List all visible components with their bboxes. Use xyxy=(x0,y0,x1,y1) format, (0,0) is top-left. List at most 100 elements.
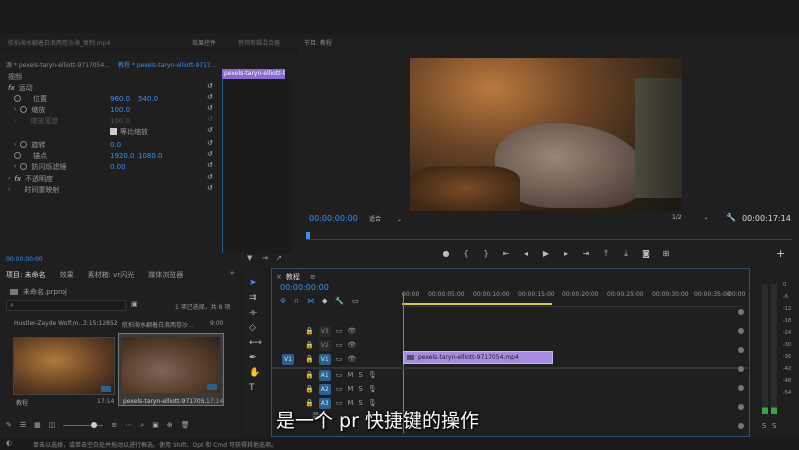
nest-icon[interactable]: ⟱ xyxy=(280,297,286,305)
marker-icon[interactable]: ● xyxy=(440,248,452,260)
work-area-bar[interactable] xyxy=(402,303,552,305)
go-to-out-icon[interactable]: ⇥ xyxy=(580,248,592,260)
reset-icon[interactable]: ↺ xyxy=(207,139,213,147)
sync-lock-icon[interactable]: ▭ xyxy=(336,371,343,379)
add-marker-icon[interactable]: ◆ xyxy=(322,297,327,305)
lock-icon[interactable]: 🔒 xyxy=(305,371,314,379)
mark-in-icon[interactable]: { xyxy=(460,248,472,260)
reset-icon[interactable]: ↺ xyxy=(207,104,213,112)
expand-panels-icon[interactable]: » xyxy=(230,269,234,277)
time-ruler[interactable]: 00:00 00:00:05:00 00:00:10:00 00:00:15:0… xyxy=(402,287,745,307)
extract-icon[interactable]: ⤓ xyxy=(620,248,632,260)
resolution-dropdown[interactable]: 1/2 ⌄ xyxy=(672,214,712,224)
scroll-handle[interactable] xyxy=(738,309,744,315)
selection-tool-icon[interactable]: ➤ xyxy=(249,278,262,288)
reset-icon[interactable]: ↺ xyxy=(207,93,213,101)
reset-icon[interactable]: ↺ xyxy=(207,126,213,134)
ripple-edit-tool-icon[interactable]: ⟛ xyxy=(249,308,262,318)
timeline-timecode[interactable]: 00:00:00:00 xyxy=(280,283,329,292)
sync-lock-icon[interactable]: ▭ xyxy=(336,327,343,335)
scroll-handle[interactable] xyxy=(738,347,744,353)
mark-out-icon[interactable]: } xyxy=(480,248,492,260)
source-label[interactable]: 源 * pexels-taryn-elliott-9717054... xyxy=(6,59,110,70)
program-timecode[interactable]: 00:00:00:00 xyxy=(309,214,358,223)
playhead-marker[interactable] xyxy=(306,232,310,239)
reset-icon[interactable]: ↺ xyxy=(207,173,213,181)
camera-icon[interactable]: ◙ xyxy=(640,248,652,260)
linked-selection-icon[interactable]: ⋈ xyxy=(307,297,314,305)
solo-button[interactable]: S xyxy=(358,385,362,393)
go-to-icon[interactable]: ⇥ xyxy=(262,254,268,262)
motion-row[interactable]: fx 运动 xyxy=(8,82,33,93)
snap-icon[interactable]: ∩ xyxy=(294,297,299,305)
find-icon[interactable]: ⌕ xyxy=(140,421,144,430)
scroll-handle[interactable] xyxy=(738,404,744,410)
track-select-tool-icon[interactable]: ⇉ xyxy=(249,293,262,303)
anchor-row[interactable]: 锚点 1920.0 1080.0 xyxy=(14,150,163,161)
mic-icon[interactable]: 🎙 xyxy=(368,371,377,379)
track-label[interactable]: A2 xyxy=(318,383,331,395)
anti-flicker-row[interactable]: › 防闪烁滤镜 0.00 xyxy=(14,161,126,172)
step-back-icon[interactable]: ◂ xyxy=(520,248,532,260)
scale-row[interactable]: › 缩放 100.0 xyxy=(14,104,130,115)
bin-icon[interactable]: ▣ xyxy=(131,300,138,308)
reset-icon[interactable]: ↺ xyxy=(207,184,213,192)
solo-right-button[interactable]: S xyxy=(772,422,776,430)
type-tool-icon[interactable]: T xyxy=(249,383,262,393)
stopwatch-icon[interactable] xyxy=(14,152,21,159)
trash-icon[interactable]: 🗑 xyxy=(181,421,190,430)
tab-effects[interactable]: 效果 xyxy=(60,270,74,280)
step-forward-icon[interactable]: ▸ xyxy=(560,248,572,260)
track-label[interactable]: V3 xyxy=(318,325,331,337)
sequence-label[interactable]: 教程 * pexels-taryn-elliott-9717... xyxy=(118,59,216,70)
export-icon[interactable]: ↗ xyxy=(276,254,282,262)
scroll-handle[interactable] xyxy=(738,366,744,372)
project-thumbnail-selected[interactable] xyxy=(118,333,224,406)
zoom-slider[interactable] xyxy=(63,422,104,428)
go-to-in-icon[interactable]: ⇤ xyxy=(500,248,512,260)
chevron-right-icon[interactable]: › xyxy=(8,186,10,193)
fit-dropdown[interactable]: 适合 ⌄ xyxy=(369,214,413,224)
razor-tool-icon[interactable]: ◇ xyxy=(249,323,262,333)
sync-lock-icon[interactable]: ▭ xyxy=(336,341,343,349)
tab-project[interactable]: 项目: 未命名 xyxy=(6,270,46,280)
scale-value[interactable]: 100.0 xyxy=(110,106,130,114)
anchor-x[interactable]: 1920.0 xyxy=(110,152,135,160)
sync-lock-icon[interactable]: ▭ xyxy=(336,355,343,363)
uniform-scale-checkbox[interactable] xyxy=(110,128,117,135)
eye-icon[interactable]: 👁 xyxy=(347,355,356,363)
pen-tool-icon[interactable]: ✒ xyxy=(249,353,262,363)
button-editor-icon[interactable]: ⊞ xyxy=(660,248,672,260)
eye-icon[interactable]: 👁 xyxy=(347,327,356,335)
lock-icon[interactable]: 🔒 xyxy=(305,385,314,393)
mic-icon[interactable]: 🎙 xyxy=(368,385,377,393)
list-view-icon[interactable]: ☰ xyxy=(20,421,26,430)
project-search-input[interactable]: ⌕ xyxy=(6,300,126,311)
filter-icon[interactable]: ▼ xyxy=(247,254,252,262)
stopwatch-icon[interactable] xyxy=(20,163,28,170)
stopwatch-icon[interactable] xyxy=(14,95,21,102)
program-tab[interactable]: 节目: 教程 xyxy=(304,38,332,47)
program-scrubber[interactable] xyxy=(306,232,792,240)
lock-icon[interactable]: 🔒 xyxy=(305,327,314,335)
track-label[interactable]: A1 xyxy=(318,369,331,381)
eye-icon[interactable]: 👁 xyxy=(347,341,356,349)
time-remap-row[interactable]: › 时间重映射 xyxy=(8,184,59,195)
mute-button[interactable]: M xyxy=(347,385,353,393)
close-icon[interactable]: × xyxy=(276,273,282,281)
source-tab[interactable]: 航拍海水翻着白浪两卷沙海_复制.mp4 xyxy=(8,38,110,47)
sort-icon[interactable]: ≡ xyxy=(111,421,117,430)
solo-button[interactable]: S xyxy=(358,371,362,379)
freeform-view-icon[interactable]: ◫ xyxy=(49,421,56,430)
anti-flicker-value[interactable]: 0.00 xyxy=(110,163,126,171)
project-thumbnail[interactable] xyxy=(13,337,115,395)
timeline-clip[interactable]: pexels-taryn-elliott-9717054.mp4 xyxy=(403,351,553,364)
wrench-icon[interactable]: 🔧 xyxy=(726,213,736,222)
opacity-row[interactable]: › fx 不透明度 xyxy=(8,173,53,184)
anchor-y[interactable]: 1080.0 xyxy=(138,152,163,160)
scroll-handle[interactable] xyxy=(738,385,744,391)
scroll-handle[interactable] xyxy=(738,423,744,429)
lock-icon[interactable]: 🔒 xyxy=(305,341,314,349)
lock-icon[interactable]: 🔒 xyxy=(305,355,314,363)
chevron-right-icon[interactable]: › xyxy=(8,175,10,182)
